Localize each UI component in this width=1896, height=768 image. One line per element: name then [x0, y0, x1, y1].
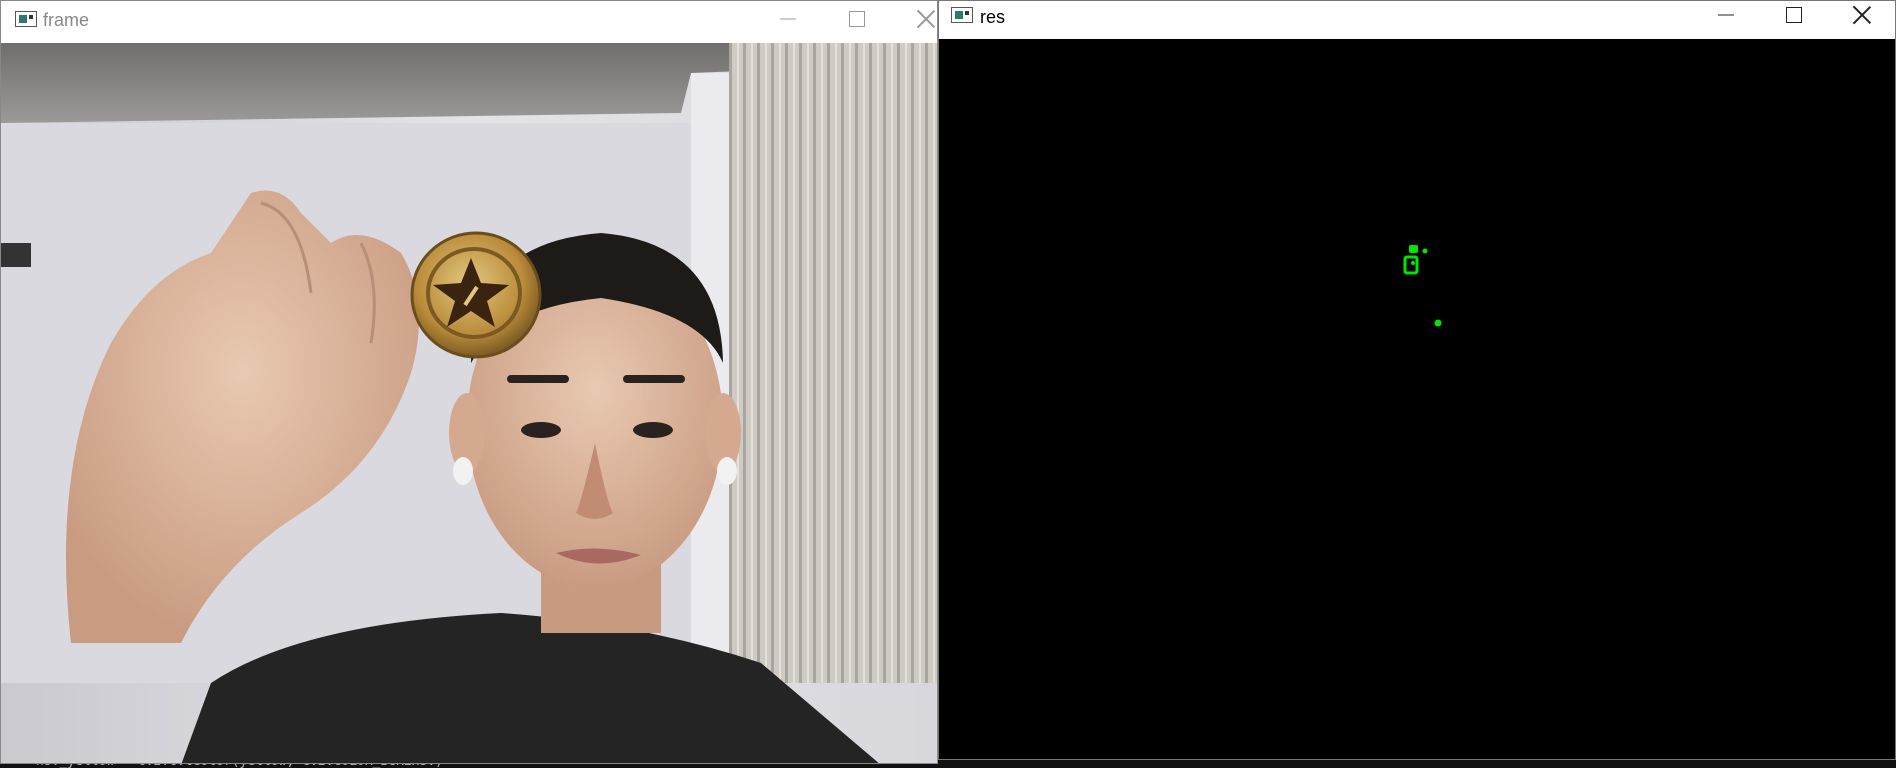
res-maximize-button[interactable]: [1771, 1, 1817, 29]
minimize-icon: [780, 18, 796, 20]
detected-dot: [1434, 319, 1442, 327]
close-icon: [1852, 5, 1872, 25]
res-titlebar[interactable]: res: [939, 1, 1895, 39]
frame-maximize-button[interactable]: [834, 5, 880, 33]
webcam-image: [1, 43, 937, 763]
res-window[interactable]: res: [938, 0, 1896, 760]
frame-titlebar[interactable]: frame: [1, 1, 937, 43]
webcam-feed: [1, 43, 937, 763]
close-icon: [916, 9, 936, 29]
mask-result-view: [939, 39, 1895, 759]
maximize-icon: [849, 11, 865, 27]
frame-close-button[interactable]: [903, 5, 937, 33]
res-window-title: res: [980, 7, 1006, 27]
frame-window[interactable]: frame: [0, 0, 938, 764]
opencv-window-icon: [15, 11, 37, 27]
res-minimize-button[interactable]: [1703, 1, 1749, 29]
opencv-window-icon: [951, 7, 973, 23]
minimize-icon: [1718, 14, 1734, 16]
maximize-icon: [1786, 7, 1802, 23]
frame-minimize-button[interactable]: [765, 5, 811, 33]
frame-window-title: frame: [43, 10, 90, 30]
res-close-button[interactable]: [1839, 1, 1885, 29]
mask-result-image: [939, 39, 1895, 759]
